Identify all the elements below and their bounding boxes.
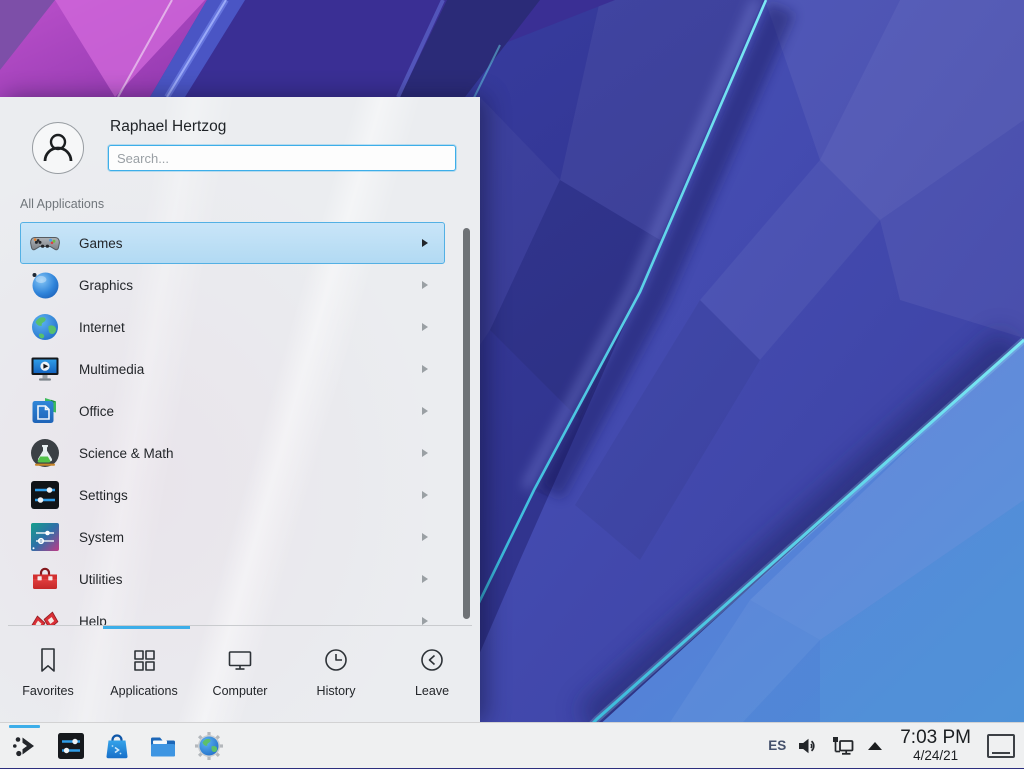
monitor-icon <box>225 645 255 675</box>
category-label: Science & Math <box>79 446 422 461</box>
system-settings-icon <box>55 730 87 762</box>
help-icon <box>29 605 61 625</box>
application-launcher-button[interactable] <box>2 723 48 769</box>
launcher-tabs: Favorites Applications Computer History <box>0 630 480 698</box>
system-settings-button[interactable] <box>48 723 94 769</box>
submenu-arrow-icon <box>422 533 428 541</box>
expand-tray-icon[interactable] <box>868 742 882 750</box>
submenu-arrow-icon <box>422 575 428 583</box>
file-manager-button[interactable] <box>140 723 186 769</box>
discover-icon <box>101 730 133 762</box>
tab-leave[interactable]: Leave <box>384 630 480 698</box>
category-system[interactable]: System <box>20 516 445 558</box>
kde-launcher-icon <box>9 730 41 762</box>
network-icon[interactable] <box>830 734 856 758</box>
footer-divider <box>8 625 472 626</box>
digital-clock[interactable]: 7:03 PM 4/24/21 <box>900 728 971 763</box>
submenu-arrow-icon <box>422 617 428 625</box>
tab-computer[interactable]: Computer <box>192 630 288 698</box>
category-label: Office <box>79 404 422 419</box>
category-utilities[interactable]: Utilities <box>20 558 445 600</box>
category-multimedia[interactable]: Multimedia <box>20 348 445 390</box>
discover-button[interactable] <box>94 723 140 769</box>
user-name: Raphael Hertzog <box>110 118 226 136</box>
search-input[interactable] <box>108 145 456 171</box>
folder-icon <box>147 730 179 762</box>
globe-gear-icon <box>193 730 225 762</box>
category-label: Help <box>79 614 422 626</box>
multimedia-icon <box>29 353 61 385</box>
clock-icon <box>321 645 351 675</box>
category-list: Games Graphics Intern <box>20 222 445 625</box>
clock-time: 7:03 PM <box>900 728 971 748</box>
submenu-arrow-icon <box>422 449 428 457</box>
tab-label: Applications <box>110 684 177 698</box>
tab-label: Computer <box>213 684 268 698</box>
bookmark-icon <box>33 645 63 675</box>
submenu-arrow-icon <box>422 491 428 499</box>
category-label: Utilities <box>79 572 422 587</box>
keyboard-layout-indicator[interactable]: ES <box>768 738 786 753</box>
category-science-math[interactable]: Science & Math <box>20 432 445 474</box>
category-graphics[interactable]: Graphics <box>20 264 445 306</box>
leave-icon <box>417 645 447 675</box>
tab-label: Favorites <box>22 684 73 698</box>
application-launcher-menu: Raphael Hertzog All Applications Games <box>0 97 480 722</box>
submenu-arrow-icon <box>422 365 428 373</box>
toolbox-icon <box>29 563 61 595</box>
volume-icon[interactable] <box>796 735 820 757</box>
category-label: Games <box>79 236 422 251</box>
system-tray: ES 7:03 PM 4/24/21 <box>768 723 1024 768</box>
gamepad-icon <box>29 227 61 259</box>
graphics-icon <box>29 269 61 301</box>
sliders-icon <box>29 479 61 511</box>
submenu-arrow-icon <box>422 323 428 331</box>
category-settings[interactable]: Settings <box>20 474 445 516</box>
system-icon <box>29 521 61 553</box>
web-browser-button[interactable] <box>186 723 232 769</box>
tab-label: History <box>317 684 356 698</box>
category-label: System <box>79 530 422 545</box>
category-label: Multimedia <box>79 362 422 377</box>
category-label: Settings <box>79 488 422 503</box>
section-label: All Applications <box>20 197 104 211</box>
category-office[interactable]: Office <box>20 390 445 432</box>
category-internet[interactable]: Internet <box>20 306 445 348</box>
show-desktop-button[interactable] <box>987 734 1015 758</box>
category-label: Internet <box>79 320 422 335</box>
user-icon <box>35 125 81 171</box>
user-avatar[interactable] <box>32 122 84 174</box>
taskbar: ES 7:03 PM 4/24/21 <box>0 722 1024 768</box>
taskbar-pinned-apps <box>0 723 232 768</box>
active-tab-underline <box>103 626 190 629</box>
clock-date: 4/24/21 <box>900 748 971 763</box>
tab-history[interactable]: History <box>288 630 384 698</box>
category-label: Graphics <box>79 278 422 293</box>
tab-favorites[interactable]: Favorites <box>0 630 96 698</box>
submenu-arrow-icon <box>422 407 428 415</box>
category-games[interactable]: Games <box>20 222 445 264</box>
globe-icon <box>29 311 61 343</box>
submenu-arrow-icon <box>422 281 428 289</box>
grid-icon <box>129 645 159 675</box>
tab-applications[interactable]: Applications <box>96 630 192 698</box>
category-help[interactable]: Help <box>20 600 445 625</box>
office-icon <box>29 395 61 427</box>
list-scrollbar[interactable] <box>463 228 470 619</box>
submenu-arrow-icon <box>422 239 428 247</box>
flask-icon <box>29 437 61 469</box>
tab-label: Leave <box>415 684 449 698</box>
